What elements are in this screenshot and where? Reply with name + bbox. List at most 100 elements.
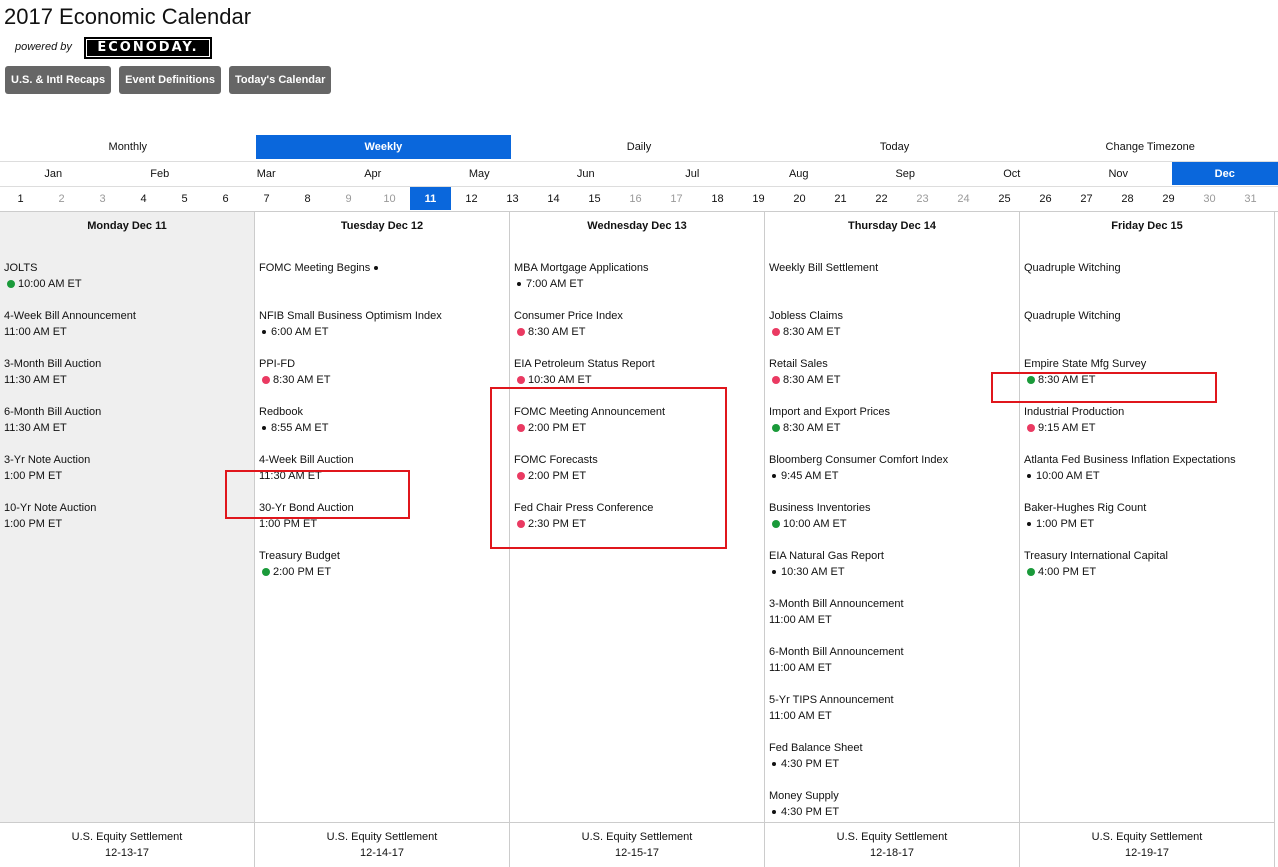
event-name[interactable]: NFIB Small Business Optimism Index bbox=[259, 310, 442, 322]
event-name[interactable]: EIA Petroleum Status Report bbox=[514, 358, 655, 370]
event-item[interactable]: 6-Month Bill Announcement 11:00 AM ET bbox=[769, 644, 1019, 692]
event-item[interactable]: Import and Export Prices 8:30 AM ET bbox=[769, 404, 1019, 452]
event-item[interactable]: Treasury Budget 2:00 PM ET bbox=[259, 548, 509, 596]
event-name[interactable]: Treasury Budget bbox=[259, 550, 340, 562]
day-26[interactable]: 26 bbox=[1025, 187, 1066, 210]
event-name[interactable]: 4-Week Bill Announcement bbox=[4, 310, 136, 322]
month-sep[interactable]: Sep bbox=[852, 162, 959, 185]
day-12[interactable]: 12 bbox=[451, 187, 492, 210]
event-name[interactable]: Atlanta Fed Business Inflation Expectati… bbox=[1024, 454, 1236, 466]
day-5[interactable]: 5 bbox=[164, 187, 205, 210]
day-28[interactable]: 28 bbox=[1107, 187, 1148, 210]
todays-calendar-button[interactable]: Today's Calendar bbox=[228, 66, 332, 94]
event-name[interactable]: Money Supply bbox=[769, 790, 839, 802]
event-item[interactable]: Quadruple Witching bbox=[1024, 260, 1274, 308]
day-6[interactable]: 6 bbox=[205, 187, 246, 210]
event-item[interactable]: 3-Month Bill Announcement 11:00 AM ET bbox=[769, 596, 1019, 644]
event-item[interactable]: Consumer Price Index 8:30 AM ET bbox=[514, 308, 764, 356]
event-item[interactable]: Bloomberg Consumer Comfort Index 9:45 AM … bbox=[769, 452, 1019, 500]
day-13[interactable]: 13 bbox=[492, 187, 533, 210]
day-10[interactable]: 10 bbox=[369, 187, 410, 210]
day-19[interactable]: 19 bbox=[738, 187, 779, 210]
event-name[interactable]: Fed Balance Sheet bbox=[769, 742, 863, 754]
event-item[interactable]: PPI-FD 8:30 AM ET bbox=[259, 356, 509, 404]
day-18[interactable]: 18 bbox=[697, 187, 738, 210]
event-name[interactable]: PPI-FD bbox=[259, 358, 295, 370]
day-21[interactable]: 21 bbox=[820, 187, 861, 210]
event-name[interactable]: EIA Natural Gas Report bbox=[769, 550, 884, 562]
day-1[interactable]: 1 bbox=[0, 187, 41, 210]
event-name[interactable]: Industrial Production bbox=[1024, 406, 1124, 418]
event-item[interactable]: 3-Month Bill Auction 11:30 AM ET bbox=[4, 356, 254, 404]
day-7[interactable]: 7 bbox=[246, 187, 287, 210]
event-name[interactable]: 5-Yr TIPS Announcement bbox=[769, 694, 894, 706]
day-17[interactable]: 17 bbox=[656, 187, 697, 210]
event-item[interactable]: Atlanta Fed Business Inflation Expectati… bbox=[1024, 452, 1274, 500]
event-name[interactable]: Bloomberg Consumer Comfort Index bbox=[769, 454, 948, 466]
day-8[interactable]: 8 bbox=[287, 187, 328, 210]
event-name[interactable]: 10-Yr Note Auction bbox=[4, 502, 96, 514]
month-jul[interactable]: Jul bbox=[639, 162, 746, 185]
event-item[interactable]: EIA Natural Gas Report 10:30 AM ET bbox=[769, 548, 1019, 596]
event-item[interactable]: 6-Month Bill Auction 11:30 AM ET bbox=[4, 404, 254, 452]
day-16[interactable]: 16 bbox=[615, 187, 656, 210]
event-name[interactable]: Redbook bbox=[259, 406, 303, 418]
event-item[interactable]: 3-Yr Note Auction 1:00 PM ET bbox=[4, 452, 254, 500]
event-item[interactable]: Jobless Claims 8:30 AM ET bbox=[769, 308, 1019, 356]
event-item[interactable]: 10-Yr Note Auction 1:00 PM ET bbox=[4, 500, 254, 548]
day-2[interactable]: 2 bbox=[41, 187, 82, 210]
event-name[interactable]: Quadruple Witching bbox=[1024, 310, 1121, 322]
event-name[interactable]: Treasury International Capital bbox=[1024, 550, 1168, 562]
day-3[interactable]: 3 bbox=[82, 187, 123, 210]
day-29[interactable]: 29 bbox=[1148, 187, 1189, 210]
month-jun[interactable]: Jun bbox=[533, 162, 640, 185]
event-name[interactable]: Business Inventories bbox=[769, 502, 871, 514]
month-aug[interactable]: Aug bbox=[746, 162, 853, 185]
event-name[interactable]: 3-Yr Note Auction bbox=[4, 454, 90, 466]
month-apr[interactable]: Apr bbox=[320, 162, 427, 185]
event-definitions-button[interactable]: Event Definitions bbox=[119, 66, 221, 94]
event-item[interactable]: Baker-Hughes Rig Count 1:00 PM ET bbox=[1024, 500, 1274, 548]
day-14[interactable]: 14 bbox=[533, 187, 574, 210]
event-item[interactable]: Industrial Production 9:15 AM ET bbox=[1024, 404, 1274, 452]
tab-today[interactable]: Today bbox=[767, 135, 1023, 159]
month-may[interactable]: May bbox=[426, 162, 533, 185]
settlement-label[interactable]: U.S. Equity Settlement bbox=[510, 829, 764, 845]
day-31[interactable]: 31 bbox=[1230, 187, 1271, 210]
event-item[interactable]: Retail Sales 8:30 AM ET bbox=[769, 356, 1019, 404]
day-9[interactable]: 9 bbox=[328, 187, 369, 210]
event-name[interactable]: 6-Month Bill Auction bbox=[4, 406, 101, 418]
event-name[interactable]: Consumer Price Index bbox=[514, 310, 623, 322]
event-item[interactable]: Quadruple Witching bbox=[1024, 308, 1274, 356]
event-item[interactable]: 5-Yr TIPS Announcement 11:00 AM ET bbox=[769, 692, 1019, 740]
day-22[interactable]: 22 bbox=[861, 187, 902, 210]
event-item[interactable]: Weekly Bill Settlement bbox=[769, 260, 1019, 308]
event-name[interactable]: 3-Month Bill Announcement bbox=[769, 598, 904, 610]
day-25[interactable]: 25 bbox=[984, 187, 1025, 210]
event-item[interactable]: JOLTS 10:00 AM ET bbox=[4, 260, 254, 308]
day-30[interactable]: 30 bbox=[1189, 187, 1230, 210]
day-11[interactable]: 11 bbox=[410, 187, 451, 210]
event-name[interactable]: 4-Week Bill Auction bbox=[259, 454, 354, 466]
event-item[interactable]: Treasury International Capital 4:00 PM ET bbox=[1024, 548, 1274, 596]
day-20[interactable]: 20 bbox=[779, 187, 820, 210]
day-15[interactable]: 15 bbox=[574, 187, 615, 210]
event-item[interactable]: FOMC Meeting Begins bbox=[259, 260, 509, 308]
month-jan[interactable]: Jan bbox=[0, 162, 107, 185]
event-name[interactable]: 6-Month Bill Announcement bbox=[769, 646, 904, 658]
event-name[interactable]: Jobless Claims bbox=[769, 310, 843, 322]
event-item[interactable]: Redbook 8:55 AM ET bbox=[259, 404, 509, 452]
day-23[interactable]: 23 bbox=[902, 187, 943, 210]
month-mar[interactable]: Mar bbox=[213, 162, 320, 185]
tab-weekly[interactable]: Weekly bbox=[255, 135, 512, 159]
tab-daily[interactable]: Daily bbox=[511, 135, 767, 159]
econoday-logo[interactable]: ECONODAY. bbox=[84, 37, 212, 59]
event-name[interactable]: JOLTS bbox=[4, 262, 37, 274]
event-name[interactable]: Baker-Hughes Rig Count bbox=[1024, 502, 1146, 514]
event-name[interactable]: Quadruple Witching bbox=[1024, 262, 1121, 274]
day-4[interactable]: 4 bbox=[123, 187, 164, 210]
recaps-button[interactable]: U.S. & Intl Recaps bbox=[5, 66, 112, 94]
settlement-label[interactable]: U.S. Equity Settlement bbox=[0, 829, 254, 845]
tab-monthly[interactable]: Monthly bbox=[0, 135, 256, 159]
month-oct[interactable]: Oct bbox=[959, 162, 1066, 185]
